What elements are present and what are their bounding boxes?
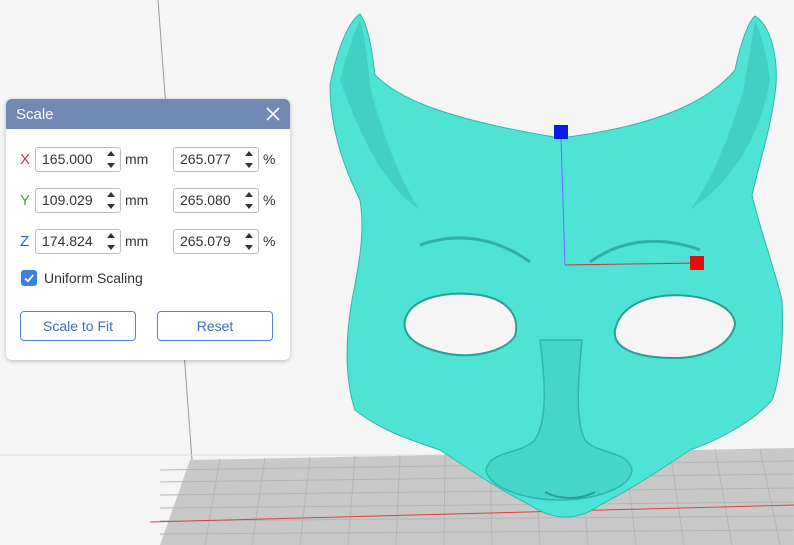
decrement-icon[interactable] [107, 162, 115, 168]
size-y-input[interactable] [36, 189, 108, 211]
close-icon[interactable] [264, 105, 282, 123]
size-z-spinner[interactable] [35, 228, 121, 254]
panel-title: Scale [16, 105, 54, 123]
scale-to-fit-button[interactable]: Scale to Fit [20, 311, 136, 341]
size-y-spinner[interactable] [35, 187, 121, 213]
size-x-spinner[interactable] [35, 146, 121, 172]
scale-row-x: X mm % [6, 146, 290, 172]
scale-panel-header: Scale [6, 99, 290, 129]
axis-label-y: Y [20, 191, 31, 209]
decrement-icon[interactable] [245, 203, 253, 209]
increment-icon[interactable] [107, 232, 115, 238]
axis-label-z: Z [20, 232, 30, 250]
unit-percent: % [263, 151, 276, 167]
unit-mm: mm [125, 233, 149, 249]
size-z-input[interactable] [36, 230, 108, 252]
uniform-scaling-toggle[interactable]: Uniform Scaling [21, 270, 143, 286]
decrement-icon[interactable] [245, 162, 253, 168]
uniform-scaling-checkbox[interactable] [21, 270, 37, 286]
decrement-icon[interactable] [107, 244, 115, 250]
reset-button[interactable]: Reset [157, 311, 273, 341]
gizmo-x-handle[interactable] [690, 256, 704, 270]
uniform-scaling-label: Uniform Scaling [44, 270, 143, 286]
percent-y-input[interactable] [174, 189, 246, 211]
decrement-icon[interactable] [107, 203, 115, 209]
gizmo-z-handle[interactable] [554, 125, 568, 139]
unit-mm: mm [125, 192, 149, 208]
unit-percent: % [263, 192, 276, 208]
increment-icon[interactable] [245, 150, 253, 156]
percent-x-spinner[interactable] [173, 146, 259, 172]
axis-label-x: X [20, 150, 31, 168]
scale-row-z: Z mm % [6, 228, 290, 254]
percent-z-input[interactable] [174, 230, 246, 252]
checkmark-icon [24, 274, 34, 283]
percent-z-spinner[interactable] [173, 228, 259, 254]
scale-row-y: Y mm % [6, 187, 290, 213]
increment-icon[interactable] [245, 191, 253, 197]
unit-percent: % [263, 233, 276, 249]
increment-icon[interactable] [245, 232, 253, 238]
decrement-icon[interactable] [245, 244, 253, 250]
increment-icon[interactable] [107, 191, 115, 197]
size-x-input[interactable] [36, 148, 108, 170]
unit-mm: mm [125, 151, 149, 167]
percent-y-spinner[interactable] [173, 187, 259, 213]
percent-x-input[interactable] [174, 148, 246, 170]
scale-panel: Scale X mm % Y mm % Z [6, 99, 290, 360]
increment-icon[interactable] [107, 150, 115, 156]
